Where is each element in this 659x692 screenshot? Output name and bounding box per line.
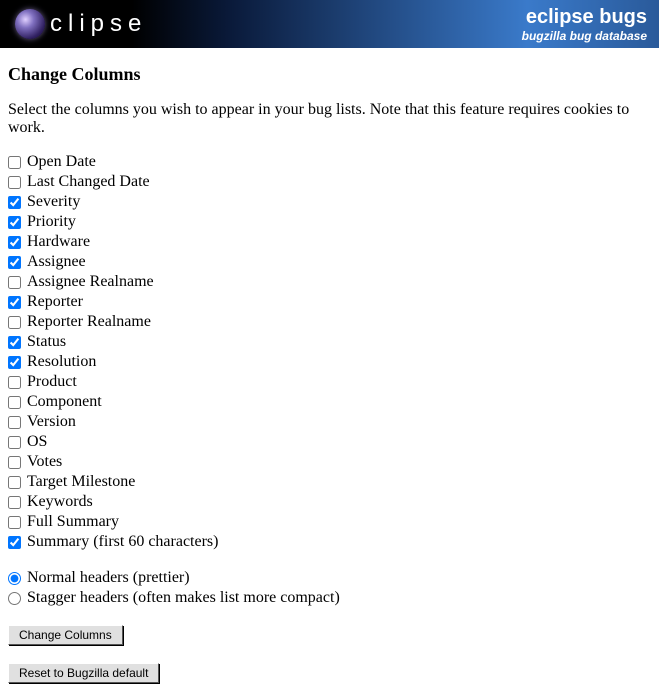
column-label: Keywords — [27, 493, 93, 511]
banner-title: eclipse bugs — [522, 6, 647, 29]
eclipse-orb-icon — [12, 6, 48, 42]
column-checkbox[interactable] — [8, 376, 21, 389]
column-checkbox[interactable] — [8, 536, 21, 549]
column-label: Votes — [27, 453, 62, 471]
column-label: Status — [27, 333, 66, 351]
header-style-option[interactable]: Normal headers (prettier) — [8, 569, 651, 587]
column-option[interactable]: Severity — [8, 193, 651, 211]
column-option[interactable]: Version — [8, 413, 651, 431]
column-label: Version — [27, 413, 76, 431]
column-checkbox[interactable] — [8, 336, 21, 349]
banner-subtitle: bugzilla bug database — [522, 29, 647, 43]
column-label: Assignee Realname — [27, 273, 154, 291]
column-checkbox[interactable] — [8, 356, 21, 369]
logo-text: clipse — [50, 10, 147, 38]
columns-list: Open Date Last Changed Date Severity Priori… — [8, 153, 651, 551]
column-label: Assignee — [27, 253, 86, 271]
column-option[interactable]: Last Changed Date — [8, 173, 651, 191]
column-option[interactable]: Hardware — [8, 233, 651, 251]
column-label: Summary (first 60 characters) — [27, 533, 218, 551]
column-label: Severity — [27, 193, 80, 211]
column-label: Priority — [27, 213, 76, 231]
column-checkbox[interactable] — [8, 296, 21, 309]
column-option[interactable]: Product — [8, 373, 651, 391]
column-option[interactable]: Resolution — [8, 353, 651, 371]
column-option[interactable]: Component — [8, 393, 651, 411]
column-checkbox[interactable] — [8, 416, 21, 429]
column-label: Hardware — [27, 233, 90, 251]
column-checkbox[interactable] — [8, 496, 21, 509]
header-style-radio[interactable] — [8, 592, 21, 605]
change-columns-button[interactable]: Change Columns — [8, 625, 123, 645]
column-checkbox[interactable] — [8, 456, 21, 469]
header-banner: clipse eclipse bugs bugzilla bug databas… — [0, 0, 659, 48]
column-label: OS — [27, 433, 47, 451]
column-checkbox[interactable] — [8, 176, 21, 189]
column-option[interactable]: OS — [8, 433, 651, 451]
column-option[interactable]: Summary (first 60 characters) — [8, 533, 651, 551]
header-style-label: Normal headers (prettier) — [27, 569, 190, 587]
eclipse-logo: clipse — [12, 6, 147, 42]
column-checkbox[interactable] — [8, 276, 21, 289]
header-style-group: Normal headers (prettier) Stagger headers… — [8, 569, 651, 607]
column-checkbox[interactable] — [8, 236, 21, 249]
column-option[interactable]: Keywords — [8, 493, 651, 511]
column-label: Target Milestone — [27, 473, 135, 491]
column-label: Last Changed Date — [27, 173, 150, 191]
header-style-radio[interactable] — [8, 572, 21, 585]
page-title: Change Columns — [8, 64, 651, 85]
column-option[interactable]: Priority — [8, 213, 651, 231]
main-content: Change Columns Select the columns you wi… — [0, 48, 659, 691]
column-option[interactable]: Assignee Realname — [8, 273, 651, 291]
column-option[interactable]: Reporter — [8, 293, 651, 311]
column-option[interactable]: Assignee — [8, 253, 651, 271]
column-checkbox[interactable] — [8, 256, 21, 269]
column-option[interactable]: Reporter Realname — [8, 313, 651, 331]
column-option[interactable]: Votes — [8, 453, 651, 471]
column-label: Reporter — [27, 293, 83, 311]
column-option[interactable]: Open Date — [8, 153, 651, 171]
column-option[interactable]: Target Milestone — [8, 473, 651, 491]
column-checkbox[interactable] — [8, 196, 21, 209]
column-option[interactable]: Full Summary — [8, 513, 651, 531]
column-option[interactable]: Status — [8, 333, 651, 351]
column-checkbox[interactable] — [8, 316, 21, 329]
column-label: Product — [27, 373, 77, 391]
submit-row: Change Columns — [8, 625, 651, 645]
column-label: Full Summary — [27, 513, 119, 531]
column-label: Open Date — [27, 153, 96, 171]
column-checkbox[interactable] — [8, 516, 21, 529]
column-label: Component — [27, 393, 102, 411]
header-style-label: Stagger headers (often makes list more c… — [27, 589, 340, 607]
column-label: Resolution — [27, 353, 96, 371]
column-label: Reporter Realname — [27, 313, 151, 331]
reset-button[interactable]: Reset to Bugzilla default — [8, 663, 159, 683]
column-checkbox[interactable] — [8, 476, 21, 489]
column-checkbox[interactable] — [8, 396, 21, 409]
column-checkbox[interactable] — [8, 156, 21, 169]
reset-row: Reset to Bugzilla default — [8, 663, 651, 683]
column-checkbox[interactable] — [8, 436, 21, 449]
banner-right: eclipse bugs bugzilla bug database — [522, 6, 647, 43]
column-checkbox[interactable] — [8, 216, 21, 229]
header-style-option[interactable]: Stagger headers (often makes list more c… — [8, 589, 651, 607]
intro-text: Select the columns you wish to appear in… — [8, 101, 651, 137]
